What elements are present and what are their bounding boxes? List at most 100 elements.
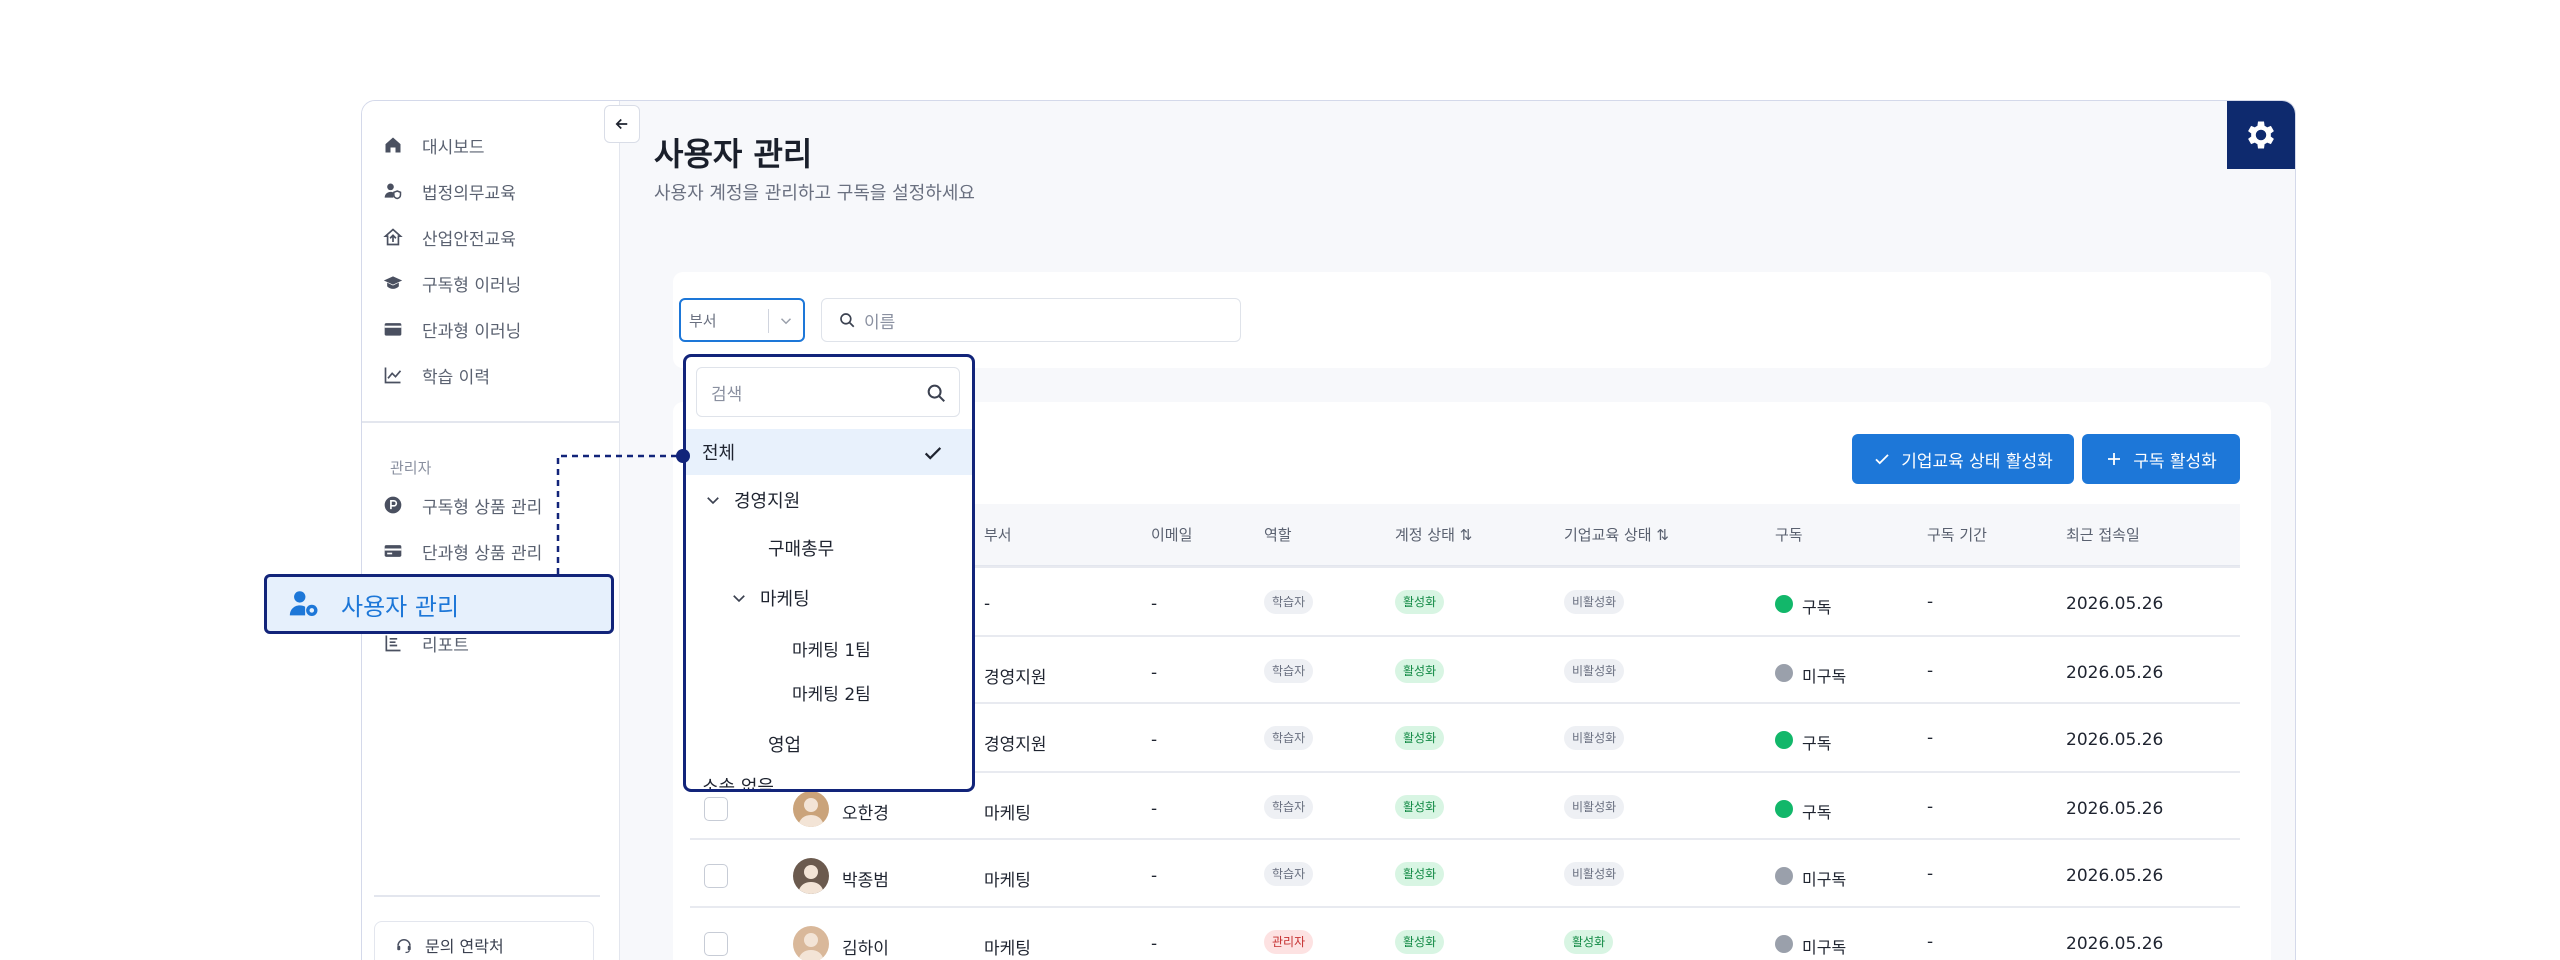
dropdown-item-label: 마케팅 2팀: [792, 684, 871, 705]
dept-select-value: 부서: [689, 311, 717, 330]
activate-subscription-button[interactable]: 구독 활성화: [2082, 434, 2240, 484]
role-badge: 학습자: [1264, 862, 1314, 886]
dropdown-item-marketing-team-1[interactable]: 마케팅 1팀: [686, 625, 972, 671]
row-checkbox[interactable]: [704, 932, 728, 956]
row-subscription: 구독: [1802, 734, 1832, 753]
col-account-status[interactable]: 계정 상태 ⇅: [1395, 504, 1472, 566]
line-chart-icon: [382, 364, 404, 386]
account-status-badge: 활성화: [1395, 795, 1445, 819]
subscribe-label: 구독 활성화: [2133, 451, 2217, 472]
sidebar-divider: [362, 421, 620, 423]
search-icon: [927, 384, 945, 402]
subscription-status-dot: [1775, 867, 1793, 885]
row-subscription: 미구독: [1802, 938, 1847, 957]
role-badge: 학습자: [1264, 726, 1314, 750]
sidebar-item-dashboard[interactable]: 대시보드: [362, 125, 620, 165]
col-last-login[interactable]: 최근 접속일: [2066, 504, 2140, 566]
user-management-callout: 사용자 관리: [264, 574, 614, 634]
col-edu-status[interactable]: 기업교육 상태 ⇅: [1564, 504, 1669, 566]
sidebar-item-safety-edu[interactable]: 산업안전교육: [362, 217, 620, 257]
dropdown-item-label: 구매총무: [768, 539, 835, 560]
dept-dropdown: 검색 전체 경영지원 구매총무 마케팅 마케팅 1팀 마케팅 2팀 영업 소속 …: [683, 354, 975, 792]
row-dept: 경영지원: [984, 668, 1047, 688]
account-status-badge: 활성화: [1395, 726, 1445, 750]
col-role[interactable]: 역할: [1264, 504, 1292, 566]
sidebar-section-label: 관리자: [390, 459, 432, 477]
row-checkbox[interactable]: [704, 797, 728, 821]
row-email: -: [1151, 934, 1158, 954]
dropdown-item-no-affiliation[interactable]: 소속 없음: [686, 763, 972, 789]
user-gear-icon: [289, 591, 318, 617]
sidebar-item-label: 단과형 상품 관리: [422, 543, 543, 564]
avatar: [793, 926, 829, 960]
sidebar-item-label: 구독형 상품 관리: [422, 497, 543, 518]
callout-label: 사용자 관리: [341, 592, 460, 621]
dropdown-item-management-support[interactable]: 경영지원: [686, 477, 972, 523]
user-shield-icon: [382, 180, 404, 202]
sidebar-item-label: 구독형 이러닝: [422, 275, 522, 296]
edu-status-badge: 비활성화: [1564, 590, 1625, 614]
search-icon: [840, 313, 855, 328]
row-subscription: 미구독: [1802, 667, 1847, 686]
dropdown-item-all[interactable]: 전체: [686, 429, 972, 475]
sidebar-item-label: 단과형 이러닝: [422, 321, 522, 342]
chevron-down-icon: [733, 595, 745, 603]
edu-status-badge: 비활성화: [1564, 795, 1625, 819]
subscription-status-dot: [1775, 731, 1793, 749]
dropdown-item-marketing-team-2[interactable]: 마케팅 2팀: [686, 669, 972, 715]
sidebar-item-learning-history[interactable]: 학습 이력: [362, 355, 620, 395]
row-checkbox[interactable]: [704, 864, 728, 888]
activate-corporate-edu-button[interactable]: 기업교육 상태 활성화: [1852, 434, 2074, 484]
sidebar-collapse-button[interactable]: [604, 105, 640, 143]
sidebar-item-single-elearning[interactable]: 단과형 이러닝: [362, 309, 620, 349]
card-icon: [382, 540, 404, 562]
arrow-left-icon: [615, 118, 628, 130]
row-period: -: [1927, 932, 1934, 952]
gear-icon: [2248, 121, 2274, 149]
dropdown-search-input[interactable]: 검색: [696, 367, 960, 417]
sidebar-item-single-products[interactable]: 단과형 상품 관리: [362, 531, 620, 571]
row-dept: 경영지원: [984, 735, 1047, 755]
col-subscription[interactable]: 구독: [1775, 504, 1803, 566]
chevron-down-icon: [707, 497, 719, 505]
house-up-icon: [382, 226, 404, 248]
edu-status-badge: 비활성화: [1564, 726, 1625, 750]
col-dept[interactable]: 부서: [984, 504, 1012, 566]
edu-status-badge: 비활성화: [1564, 659, 1625, 683]
dropdown-item-sales[interactable]: 영업: [686, 721, 972, 767]
sidebar-item-subscription-elearning[interactable]: 구독형 이러닝: [362, 263, 620, 303]
row-last-login: 2026.05.26: [2066, 663, 2164, 683]
edu-status-badge: 비활성화: [1564, 862, 1625, 886]
col-period[interactable]: 구독 기간: [1927, 504, 1987, 566]
edu-status-badge: 활성화: [1564, 930, 1614, 954]
col-email[interactable]: 이메일: [1151, 504, 1192, 566]
row-divider: [690, 838, 2240, 840]
sidebar-item-legal-edu[interactable]: 법정의무교육: [362, 171, 620, 211]
row-period: -: [1927, 797, 1934, 817]
row-name: 오한경: [842, 804, 889, 824]
row-email: -: [1151, 866, 1158, 886]
name-search-input[interactable]: 이름: [821, 298, 1241, 342]
row-divider: [690, 906, 2240, 908]
dept-select[interactable]: 부서: [679, 298, 805, 342]
account-status-badge: 활성화: [1395, 659, 1445, 683]
headset-icon: [397, 939, 411, 954]
contact-label: 문의 연락처: [425, 937, 504, 956]
row-subscription: 미구독: [1802, 870, 1847, 889]
chevron-down-icon: [780, 318, 792, 325]
plus-icon: [2108, 453, 2121, 465]
sidebar-item-subscription-products[interactable]: 구독형 상품 관리: [362, 485, 620, 525]
dropdown-item-marketing[interactable]: 마케팅: [686, 575, 972, 621]
row-name: 박종범: [842, 871, 889, 891]
settings-button[interactable]: [2227, 101, 2295, 169]
avatar: [793, 858, 829, 894]
contact-button[interactable]: 문의 연락처: [374, 921, 594, 960]
subscription-status-dot: [1775, 935, 1793, 953]
check-icon: [1875, 454, 1889, 465]
row-period: -: [1927, 864, 1934, 884]
row-dept: -: [984, 594, 991, 614]
sidebar-item-label: 법정의무교육: [422, 183, 516, 204]
row-dept: 마케팅: [984, 871, 1031, 891]
dropdown-item-purchasing[interactable]: 구매총무: [686, 525, 972, 571]
row-period: -: [1927, 728, 1934, 748]
